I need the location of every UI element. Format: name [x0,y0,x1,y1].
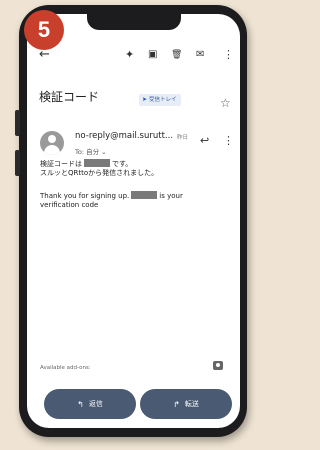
email-toolbar: ← ✦ ▣ 🗑 ✉ ⋮ [27,44,240,66]
phone-side-button [15,110,20,136]
phone-side-button [15,150,20,176]
sparkle-icon[interactable]: ✦ [125,44,134,66]
reply-button[interactable]: ↰ 返信 [44,389,136,419]
delete-icon[interactable]: 🗑 [171,44,182,66]
recipient-line[interactable]: To: 自分 ⌄ [75,146,107,156]
forward-button-label: 転送 [184,400,199,408]
redacted-code [84,159,110,167]
label-arrow-icon: ➤ [142,96,148,103]
phone-screen: ← ✦ ▣ 🗑 ✉ ⋮ 検証コード ➤ 受信トレイ ☆ no-reply@mail… [27,14,240,428]
more-options-icon[interactable]: ⋮ [223,44,234,66]
email-body-line: verification code [40,201,99,209]
reply-icon: ↰ [77,399,84,409]
mark-unread-icon[interactable]: ✉ [196,44,204,66]
email-body-line: 検証コードは です。 [40,159,132,169]
body-text: 検証コードは [40,160,82,168]
email-time: 昨日 [177,135,189,141]
reply-icon[interactable]: ↩ [200,134,209,147]
forward-icon: ↱ [173,399,180,409]
body-text: Thank you for signing up. [40,192,130,200]
redacted-code [131,191,158,199]
sender-address[interactable]: no-reply@mail.surutt... [75,131,173,141]
email-subject: 検証コード [39,90,100,104]
reply-button-label: 返信 [88,400,103,408]
step-number-badge: 5 [24,10,64,50]
archive-icon[interactable]: ▣ [148,44,157,66]
email-body-line: Thank you for signing up. is your [40,191,183,201]
star-icon[interactable]: ☆ [220,96,231,110]
body-text: です。 [112,160,133,168]
email-body-line: スルッとQRttoから発信されました。 [40,169,159,177]
addon-icon[interactable] [213,361,223,370]
forward-button[interactable]: ↱ 転送 [140,389,232,419]
inbox-label-text: 受信トレイ [149,97,177,103]
message-more-icon[interactable]: ⋮ [223,134,234,147]
addons-label: Available add-ons: [40,365,91,371]
inbox-label-chip[interactable]: ➤ 受信トレイ [139,94,181,106]
sender-avatar[interactable] [40,131,64,155]
body-text: is your [159,192,183,200]
phone-notch [87,14,181,30]
